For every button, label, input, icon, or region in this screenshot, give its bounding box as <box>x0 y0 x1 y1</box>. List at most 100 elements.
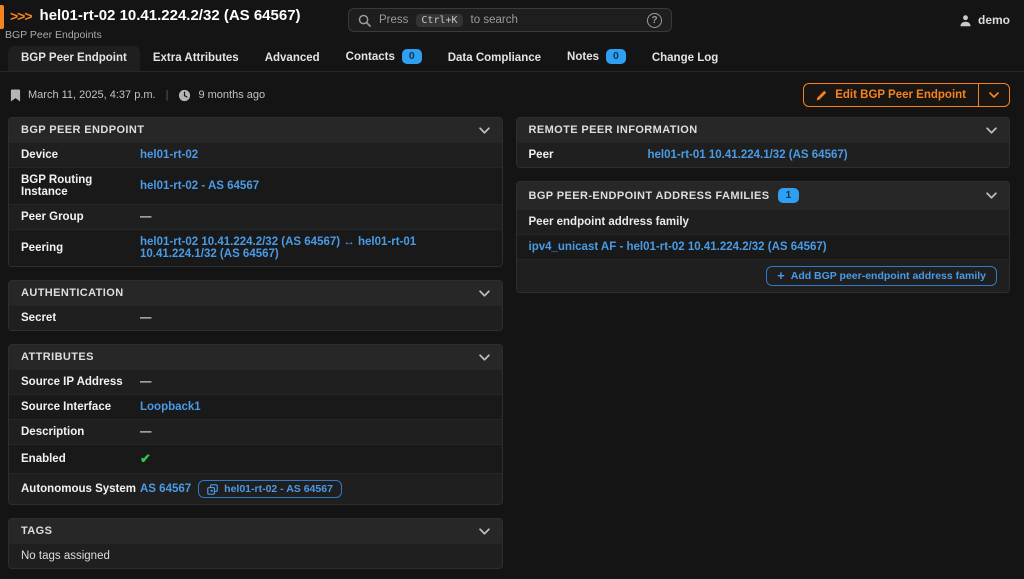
table-column-header: Peer endpoint address family <box>528 216 689 228</box>
inherited-from-badge[interactable]: hel01-rt-02 - AS 64567 <box>198 480 342 498</box>
empty-state-text: No tags assigned <box>21 550 110 562</box>
panel-bgp-peer-endpoint-address-families: BGP PEER-ENDPOINT ADDRESS FAMILIES 1 Peer … <box>515 181 1010 293</box>
field-value: hel01-rt-02 - AS 64567 <box>140 180 490 192</box>
value-link[interactable]: Loopback1 <box>140 401 201 413</box>
tab-notes[interactable]: Notes 0 <box>554 43 639 71</box>
meta-bar: March 11, 2025, 4:37 p.m. | 9 months ago… <box>0 72 1024 116</box>
tab-advanced[interactable]: Advanced <box>252 46 333 71</box>
search-icon <box>358 14 371 27</box>
panel-title: BGP PEER-ENDPOINT ADDRESS FAMILIES <box>528 189 770 202</box>
help-icon[interactable]: ? <box>647 12 662 28</box>
edit-button-label: Edit BGP Peer Endpoint <box>835 89 966 101</box>
breadcrumb: BGP Peer Endpoints <box>5 29 102 41</box>
field-label: Secret <box>21 312 57 324</box>
value-link[interactable]: hel01-rt-02 <box>140 149 198 161</box>
value-link[interactable]: hel01-rt-01 10.41.224.1/32 (AS 64567) <box>648 149 848 161</box>
clock-icon <box>179 89 191 101</box>
panel-header: AUTHENTICATION <box>9 281 502 305</box>
address-family-link[interactable]: ipv4_unicast AF - hel01-rt-02 10.41.224.… <box>529 241 827 253</box>
pencil-icon <box>816 90 827 101</box>
field-value: ipv4_unicast AF - hel01-rt-02 10.41.224.… <box>529 241 998 253</box>
panel-title: TAGS <box>21 525 53 537</box>
empty-value-dash: — <box>140 376 152 388</box>
tab-contacts[interactable]: Contacts 0 <box>333 43 435 71</box>
panel-header: ATTRIBUTES <box>9 345 502 369</box>
field-value: — <box>140 211 490 223</box>
field-label: Description <box>21 426 85 438</box>
field-value: hel01-rt-01 10.41.224.1/32 (AS 64567) <box>648 149 998 161</box>
field-label: Source Interface <box>21 401 112 413</box>
field-value: + Add BGP peer-endpoint address family <box>529 266 997 286</box>
inherited-from-label: hel01-rt-02 - AS 64567 <box>224 483 333 495</box>
field-value: hel01-rt-02 <box>140 149 490 161</box>
empty-value-dash: — <box>140 211 152 223</box>
field-label: Source IP Address <box>21 376 123 388</box>
panel-title: ATTRIBUTES <box>21 351 94 363</box>
tab-count-badge: 0 <box>605 49 626 64</box>
field-value: Loopback1 <box>140 401 490 413</box>
empty-value-dash: — <box>140 312 152 324</box>
nautobot-logo-icon[interactable]: >>> <box>10 8 33 24</box>
right-column: REMOTE PEER INFORMATION Peer hel01-rt-01 1… <box>515 117 1010 293</box>
field-label: Peering <box>21 242 64 254</box>
edit-bgp-peer-endpoint-button[interactable]: Edit BGP Peer Endpoint <box>804 84 978 106</box>
panel-title: AUTHENTICATION <box>21 287 124 299</box>
field-row-description: Description — <box>9 419 502 444</box>
tab-extra-attributes[interactable]: Extra Attributes <box>140 46 252 71</box>
field-row-source-ip-address: Source IP Address — <box>9 369 502 394</box>
collapse-chevron-icon[interactable] <box>478 353 490 361</box>
tab-label: Advanced <box>264 52 320 64</box>
edit-button-group: Edit BGP Peer Endpoint <box>803 83 1010 107</box>
field-row: Peer endpoint address family <box>516 209 1009 234</box>
add-bgp-peer-endpoint-address-family-button[interactable]: + Add BGP peer-endpoint address family <box>766 266 997 286</box>
tab-data-compliance[interactable]: Data Compliance <box>435 46 554 71</box>
tab-label: Extra Attributes <box>152 52 239 64</box>
field-value: ✔ <box>140 451 490 467</box>
add-button-label: Add BGP peer-endpoint address family <box>790 270 986 282</box>
field-label: Peer Group <box>21 211 84 223</box>
collapse-chevron-icon[interactable] <box>478 126 490 134</box>
sidebar-accent-strip <box>0 5 4 29</box>
field-row-enabled: Enabled ✔ <box>9 444 502 473</box>
panel-attributes: ATTRIBUTES Source IP Address — Source Inter… <box>8 344 503 505</box>
field-label: Peer <box>528 149 554 161</box>
panel-title: BGP PEER ENDPOINT <box>21 124 145 136</box>
field-label: Autonomous System <box>21 483 137 495</box>
tab-label: Change Log <box>651 52 719 64</box>
global-search-input[interactable]: Press Ctrl+K to search ? <box>348 8 672 32</box>
tab-bgp-peer-endpoint[interactable]: BGP Peer Endpoint <box>8 46 140 71</box>
panel-header: BGP PEER ENDPOINT <box>9 118 502 142</box>
panel-remote-peer-information: REMOTE PEER INFORMATION Peer hel01-rt-01 1… <box>515 117 1010 168</box>
content-area: BGP PEER ENDPOINT Device hel01-rt-02 BGP Ro… <box>0 116 1024 579</box>
empty-value-dash: — <box>140 426 152 438</box>
tab-change-log[interactable]: Change Log <box>639 46 731 71</box>
value-link[interactable]: hel01-rt-02 - AS 64567 <box>140 180 259 192</box>
panel-bgp-peer-endpoint: BGP PEER ENDPOINT Device hel01-rt-02 BGP Ro… <box>8 117 503 267</box>
field-row-source-interface: Source Interface Loopback1 <box>9 394 502 419</box>
panel-header: TAGS <box>9 519 502 543</box>
user-menu[interactable]: demo <box>959 13 1010 27</box>
field-row: + Add BGP peer-endpoint address family <box>516 259 1009 292</box>
value-link[interactable]: AS 64567 <box>140 483 191 495</box>
field-label: Device <box>21 149 59 161</box>
panel-count-badge: 1 <box>778 188 799 203</box>
edit-dropdown-toggle[interactable] <box>978 84 1009 106</box>
tab-label: Data Compliance <box>447 52 542 64</box>
collapse-chevron-icon[interactable] <box>478 527 490 535</box>
panel-title: REMOTE PEER INFORMATION <box>528 124 698 136</box>
collapse-chevron-icon[interactable] <box>986 126 997 134</box>
tab-count-badge: 0 <box>401 49 422 64</box>
field-row-peer-group: Peer Group — <box>9 204 502 229</box>
bookmark-icon <box>10 89 21 101</box>
user-icon <box>960 14 971 26</box>
user-name: demo <box>977 13 1010 27</box>
collapse-chevron-icon[interactable] <box>986 192 997 199</box>
field-row-secret: Secret — <box>9 305 502 330</box>
field-label: BGP Routing Instance <box>21 174 93 198</box>
value-link[interactable]: hel01-rt-02 10.41.224.2/32 (AS 64567) ↔ … <box>140 236 490 260</box>
check-icon: ✔ <box>140 451 151 466</box>
field-value: AS 64567 hel01-rt-02 - AS 64567 <box>140 480 490 498</box>
collapse-chevron-icon[interactable] <box>478 289 490 297</box>
tab-label: Notes <box>567 50 599 63</box>
app-header: >>> hel01-rt-02 10.41.224.2/32 (AS 64567… <box>0 0 1024 45</box>
